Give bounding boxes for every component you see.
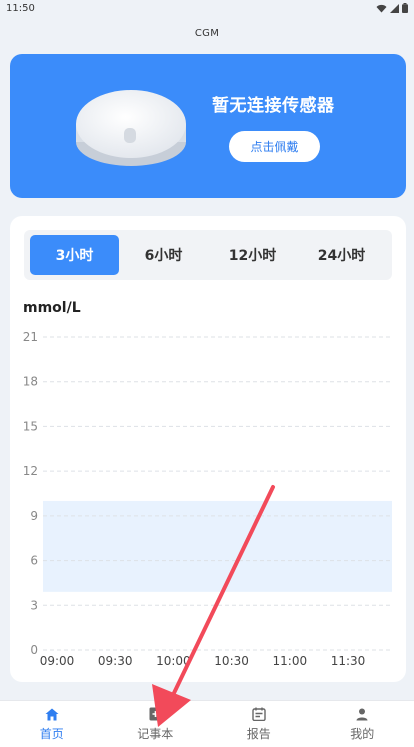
x-tick-label: 10:30	[214, 654, 249, 668]
status-bar: 11:50	[0, 0, 414, 16]
signal-icon	[390, 3, 399, 13]
y-tick-label: 18	[23, 375, 38, 389]
notebook-icon	[147, 706, 163, 722]
y-tick-label: 3	[30, 598, 38, 612]
nav-item-notebook[interactable]: 记事本	[104, 701, 208, 747]
status-icons	[376, 3, 408, 13]
nav-item-profile[interactable]: 我的	[311, 701, 414, 747]
sensor-device-image	[76, 90, 186, 166]
x-tick-label: 09:00	[40, 654, 75, 668]
report-icon	[251, 706, 267, 722]
wifi-icon	[376, 4, 387, 12]
sensor-card: 暂无连接传感器 点击佩戴	[10, 54, 406, 198]
tab-12-hours[interactable]: 12小时	[208, 235, 297, 275]
bottom-nav: 首页 记事本 报告 我的	[0, 700, 414, 747]
x-tick-label: 11:30	[331, 654, 366, 668]
status-time: 11:50	[6, 2, 35, 14]
profile-icon	[354, 706, 370, 722]
nav-label-notebook: 记事本	[137, 727, 174, 741]
glucose-chart: 21 18 15 12 9 6 3 009:00 09:30 10:00 10:30 11:00 11:…	[23, 330, 392, 668]
x-tick-label: 09:30	[98, 654, 133, 668]
y-tick-label: 6	[30, 554, 38, 568]
tab-3-hours[interactable]: 3小时	[30, 235, 119, 275]
app-title: CGM	[194, 28, 220, 39]
nav-label-report: 报告	[246, 727, 271, 741]
nav-item-report[interactable]: 报告	[207, 701, 311, 747]
y-tick-label: 15	[23, 419, 38, 433]
y-tick-label: 12	[23, 464, 38, 478]
battery-icon	[402, 3, 408, 13]
tab-24-hours[interactable]: 24小时	[297, 235, 386, 275]
glucose-chart-card: 3小时 6小时 12小时 24小时 mmol/L 21 18 15 12 9 6 3 0 09:…	[10, 216, 406, 682]
target-range-band	[43, 500, 392, 592]
nav-item-home[interactable]: 首页	[0, 701, 104, 747]
nav-label-home: 首页	[39, 727, 64, 741]
tab-6-hours[interactable]: 6小时	[119, 235, 208, 275]
sensor-status-text: 暂无连接传感器	[212, 96, 335, 116]
y-axis-unit-label: mmol/L	[23, 300, 81, 316]
x-tick-label: 11:00	[273, 654, 308, 668]
home-icon	[44, 706, 60, 722]
y-tick-label: 0	[30, 643, 38, 657]
wear-sensor-button[interactable]: 点击佩戴	[229, 131, 320, 162]
time-range-tabs: 3小时 6小时 12小时 24小时	[24, 230, 392, 280]
y-tick-label: 9	[30, 509, 38, 523]
x-tick-label: 10:00	[156, 654, 191, 668]
nav-label-profile: 我的	[350, 727, 375, 741]
y-tick-label: 21	[23, 330, 38, 344]
